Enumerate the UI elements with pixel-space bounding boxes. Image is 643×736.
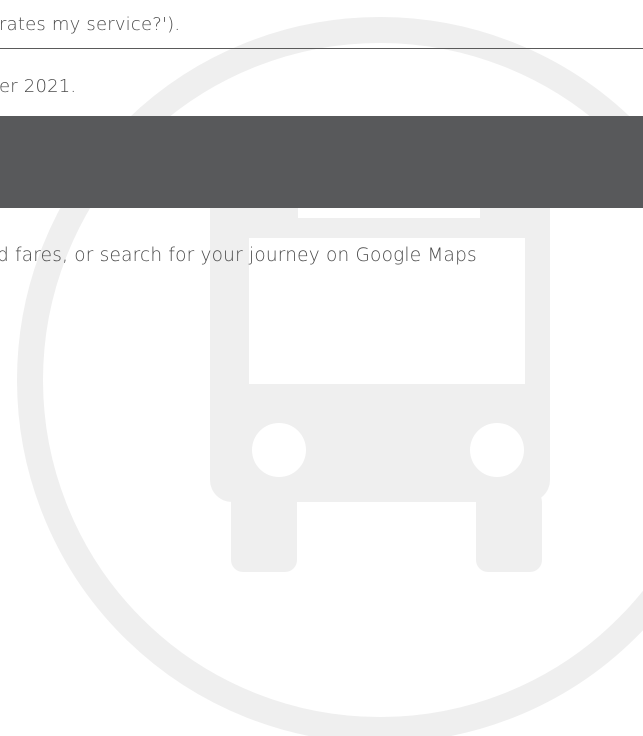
service-rating-text: rates my service?').: [0, 14, 181, 35]
fares-search-text: d fares, or search for your journey on G…: [0, 245, 477, 266]
divider: [0, 48, 643, 49]
content-area: rates my service?'). er 2021. d fares, o…: [0, 0, 643, 736]
page: rates my service?'). er 2021. d fares, o…: [0, 0, 643, 736]
date-text: er 2021.: [0, 76, 77, 97]
dark-banner: [0, 116, 643, 208]
